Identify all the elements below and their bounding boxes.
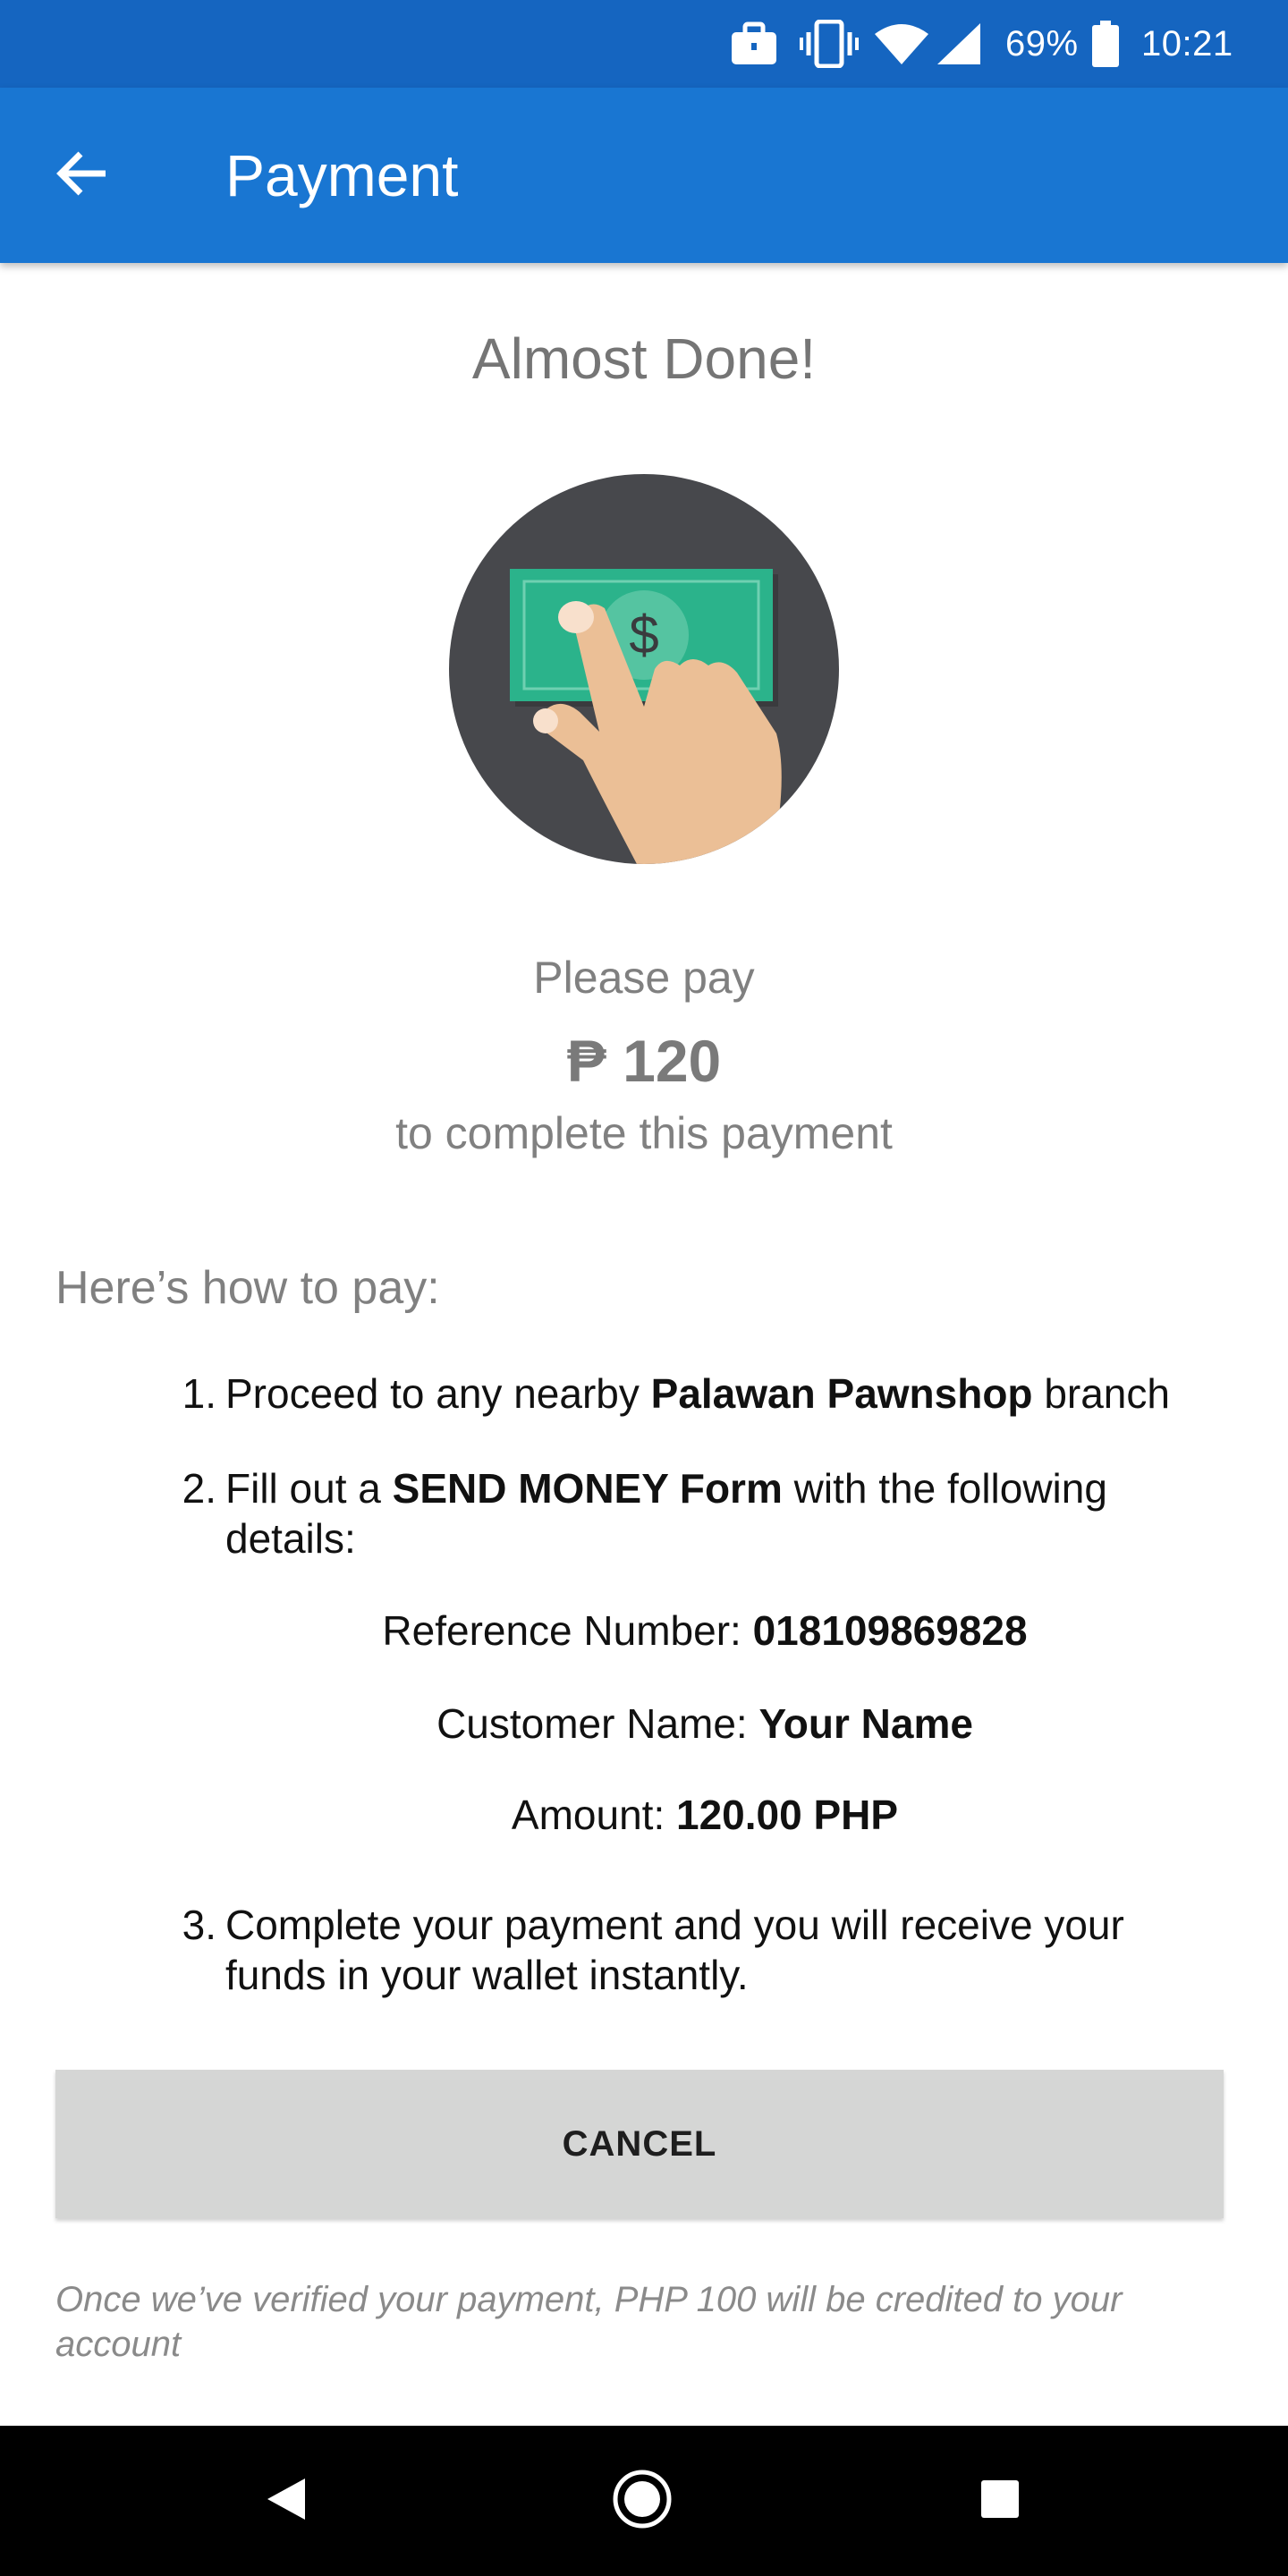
customer-name-row: Customer Name: Your Name — [61, 1699, 1288, 1748]
branch-name: Palawan Pawnshop — [650, 1370, 1033, 1417]
page-title: Payment — [225, 142, 459, 208]
wifi-icon — [875, 0, 928, 88]
amount-label: Amount: — [511, 1792, 677, 1838]
customer-value: Your Name — [758, 1700, 973, 1747]
amount-value: 120.00 PHP — [676, 1792, 899, 1838]
cell-signal-icon — [936, 0, 982, 88]
step-text: branch — [1032, 1370, 1170, 1417]
battery-icon — [1091, 0, 1120, 88]
reference-label: Reference Number: — [382, 1607, 753, 1654]
circle-home-icon — [612, 2469, 673, 2534]
complete-payment-text: to complete this payment — [395, 1108, 893, 1158]
navigation-bar — [0, 2426, 1288, 2576]
nav-home-button[interactable] — [589, 2447, 696, 2555]
app-bar: Payment — [0, 88, 1288, 263]
reference-value: 018109869828 — [752, 1607, 1028, 1654]
nav-recents-button[interactable] — [946, 2447, 1054, 2555]
reference-number-row: Reference Number: 018109869828 — [61, 1606, 1288, 1655]
amount-due: ₱ 120 — [566, 1028, 722, 1094]
amount-row: Amount: 120.00 PHP — [61, 1791, 1288, 1839]
customer-label: Customer Name: — [436, 1700, 759, 1747]
headline: Almost Done! — [471, 326, 817, 391]
verification-note: Once we’ve verified your payment, PHP 10… — [55, 2280, 1123, 2364]
step-1: 1. Proceed to any nearby Palawan Pawnsho… — [170, 1368, 1208, 1419]
how-to-pay-heading: Here’s how to pay: — [55, 1262, 440, 1314]
clock: 10:21 — [1141, 23, 1233, 64]
vibrate-icon — [800, 0, 859, 88]
payment-content: Almost Done! $ Please pay ₱ 120 to compl… — [0, 263, 1288, 2426]
arrow-back-icon — [55, 150, 109, 201]
step-text: Proceed to any nearby — [225, 1370, 651, 1417]
step-3: 3. Complete your payment and you will re… — [170, 1900, 1208, 2000]
step-number: 1. — [182, 1370, 216, 1417]
square-recents-icon — [980, 2479, 1020, 2523]
battery-percent: 69% — [1005, 23, 1079, 64]
step-text: Complete your payment and you will recei… — [225, 1902, 1124, 1998]
cancel-button[interactable]: CANCEL — [55, 2070, 1224, 2218]
hand-tapping-dollar-bill-icon: $ — [449, 474, 839, 864]
back-button[interactable] — [38, 131, 127, 220]
nav-back-button[interactable] — [233, 2447, 340, 2555]
step-text: Fill out a — [225, 1465, 393, 1512]
step-number: 3. — [182, 1902, 216, 1948]
please-pay-text: Please pay — [533, 953, 755, 1003]
briefcase-icon — [730, 0, 778, 88]
step-2: 2. Fill out a SEND MONEY Form with the f… — [170, 1463, 1208, 1563]
form-name: SEND MONEY Form — [392, 1465, 783, 1512]
status-bar: 69% 10:21 — [0, 0, 1288, 88]
triangle-back-icon — [266, 2477, 307, 2526]
svg-text:$: $ — [629, 605, 658, 665]
step-number: 2. — [182, 1465, 216, 1512]
